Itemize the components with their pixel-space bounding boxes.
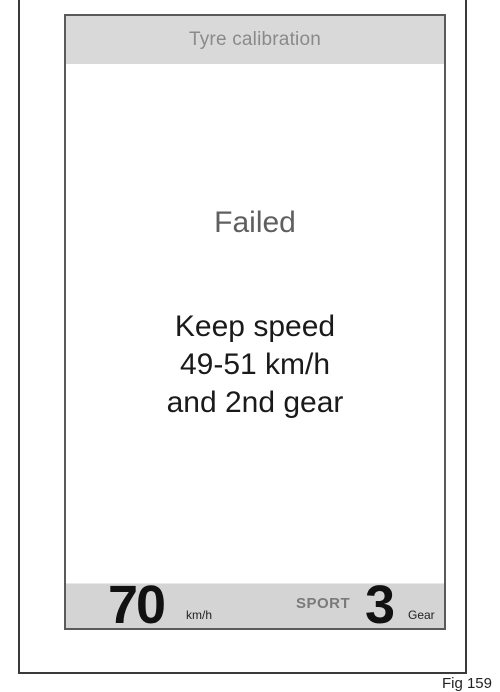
figure-label: Fig 159 [441,675,492,692]
dashboard-display: Tyre calibration Failed Keep speed 49-51… [64,14,446,630]
title-bar: Tyre calibration [66,16,444,64]
instruction-message: Keep speed 49-51 km/h and 2nd gear [66,308,444,422]
riding-mode: SPORT [296,595,351,612]
speed-unit: km/h [186,608,213,622]
instruction-line-3: and 2nd gear [166,386,344,419]
screen-title: Tyre calibration [188,29,322,50]
calibration-status: Failed [214,206,296,239]
status-footer: 70 km/h SPORT 3 Gear [66,578,444,628]
gear-readout: 3 [365,575,396,630]
instruction-line-1: Keep speed [174,310,336,343]
speed-readout: 70 [108,575,166,630]
instruction-line-2: 49-51 km/h [179,348,331,381]
gear-label: Gear [408,608,435,622]
